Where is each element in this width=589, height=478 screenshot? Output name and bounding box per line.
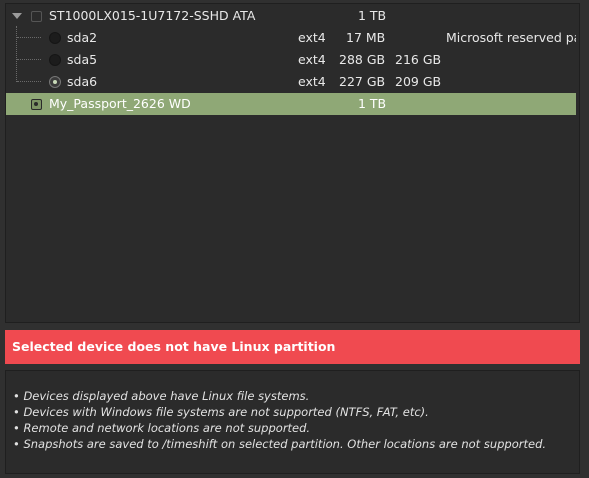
radio-button[interactable] xyxy=(49,54,61,66)
partition-label: Microsoft reserved par xyxy=(446,30,580,45)
device-name: My_Passport_2626 WD xyxy=(49,96,191,111)
hard-disk-icon xyxy=(31,11,42,22)
partition-free: 216 GB xyxy=(395,52,442,67)
partition-name: sda2 xyxy=(67,30,98,45)
collapse-arrow-icon[interactable] xyxy=(12,13,22,19)
scrollbar[interactable] xyxy=(576,4,579,322)
partition-free: 209 GB xyxy=(395,74,442,89)
info-line: • Remote and network locations are not s… xyxy=(13,421,311,435)
info-line: • Devices with Windows file systems are … xyxy=(13,405,429,419)
partition-size: 17 MB xyxy=(346,30,386,45)
info-panel: • Devices displayed above have Linux fil… xyxy=(5,370,580,474)
partition-size: 288 GB xyxy=(339,52,386,67)
info-line: • Snapshots are saved to /timeshift on s… xyxy=(13,437,547,451)
partition-row-sda6[interactable]: sda6 ext4 227 GB 209 GB xyxy=(6,71,579,93)
device-size: 1 TB xyxy=(358,96,387,111)
partition-fs: ext4 xyxy=(298,74,326,89)
radio-button-selected[interactable] xyxy=(49,76,61,88)
error-banner: Selected device does not have Linux part… xyxy=(5,330,580,364)
usb-disk-icon xyxy=(31,99,42,110)
partition-name: sda6 xyxy=(67,74,98,89)
device-name: ST1000LX015-1U7172-SSHD ATA xyxy=(49,8,256,23)
radio-button[interactable] xyxy=(49,32,61,44)
device-tree[interactable]: ST1000LX015-1U7172-SSHD ATA 1 TB sda2 ex… xyxy=(5,3,580,323)
device-size: 1 TB xyxy=(358,8,387,23)
partition-fs: ext4 xyxy=(298,30,326,45)
partition-size: 227 GB xyxy=(339,74,386,89)
partition-row-sda2[interactable]: sda2 ext4 17 MB Microsoft reserved par xyxy=(6,27,580,49)
partition-fs: ext4 xyxy=(298,52,326,67)
device-row-disk1[interactable]: ST1000LX015-1U7172-SSHD ATA 1 TB xyxy=(6,5,579,27)
partition-row-sda5[interactable]: sda5 ext4 288 GB 216 GB xyxy=(6,49,579,71)
info-line: • Devices displayed above have Linux fil… xyxy=(13,389,310,403)
device-row-disk2[interactable]: My_Passport_2626 WD 1 TB xyxy=(6,93,579,115)
partition-name: sda5 xyxy=(67,52,98,67)
